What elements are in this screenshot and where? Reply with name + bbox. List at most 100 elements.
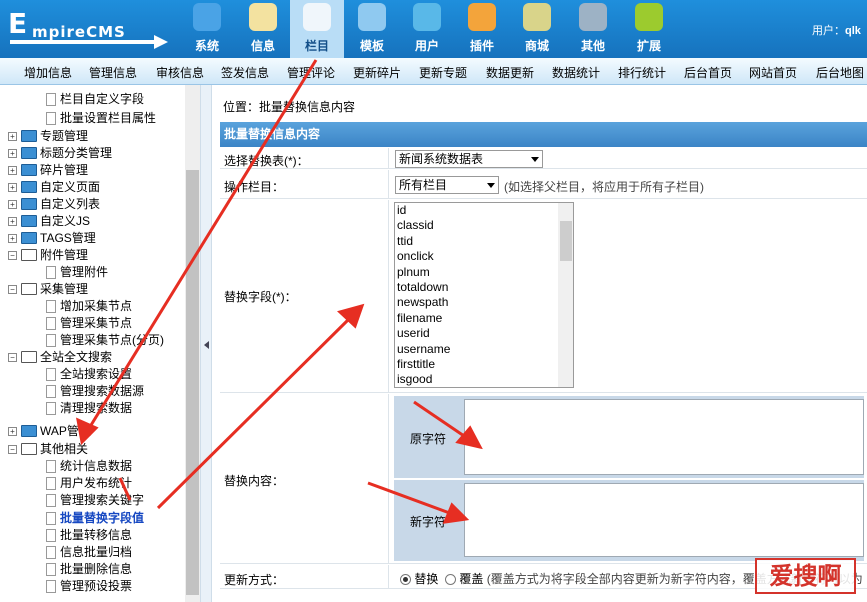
tree-item[interactable]: − 全站全文搜索 — [0, 349, 185, 366]
collapse-icon[interactable]: − — [8, 251, 17, 260]
expand-icon[interactable]: + — [8, 217, 17, 226]
quick-menu-bar: 增加信息 管理信息 审核信息 签发信息 管理评论 更新碎片 更新专题 数据更新 数据统计 排行统计… — [0, 58, 867, 85]
nav-gear[interactable]: 其他 — [566, 0, 620, 58]
mode-label: 更新方式： — [224, 573, 285, 587]
menu-item[interactable]: 更新专题 — [419, 64, 467, 81]
nav-plus[interactable]: 扩展 — [622, 0, 676, 58]
menu-item[interactable]: 管理信息 — [89, 64, 137, 81]
user-name[interactable]: qlk — [845, 25, 861, 37]
nav-card[interactable]: 商城 — [510, 0, 564, 58]
tree-item[interactable]: 信息批量归档 — [0, 544, 185, 561]
tree-item[interactable]: 清理搜索数据 — [0, 400, 185, 417]
tree-item[interactable]: 管理附件 — [0, 264, 185, 281]
nav-globe[interactable]: 系统 — [180, 0, 234, 58]
logo[interactable]: E mpireCMS — [4, 5, 172, 49]
folder-icon — [303, 3, 331, 31]
collapse-icon[interactable]: − — [8, 353, 17, 362]
tree-item[interactable]: 管理采集节点 — [0, 315, 185, 332]
listbox-scrollbar[interactable] — [558, 203, 573, 387]
mode-replace-label[interactable]: 替换 — [414, 572, 438, 586]
tree-item[interactable]: + 标题分类管理 — [0, 145, 185, 162]
main-content: 位置：批量替换信息内容 批量替换信息内容 选择替换表(*)： 新闻系统数据表 操… — [213, 85, 867, 602]
field-option[interactable]: ttid — [395, 234, 573, 249]
mode-replace-radio[interactable] — [400, 574, 411, 585]
mode-cover-label[interactable]: 覆盖 — [459, 572, 483, 586]
mode-cover-radio[interactable] — [445, 574, 457, 585]
expand-icon[interactable]: + — [8, 183, 17, 192]
nav-notepad[interactable]: 信息 — [236, 0, 290, 58]
tree-item[interactable]: + 自定义JS — [0, 213, 185, 230]
tree-item[interactable]: 用户发布统计 — [0, 475, 185, 492]
nav-label: 栏目 — [304, 39, 329, 53]
tree-item[interactable]: 批量转移信息 — [0, 527, 185, 544]
tree-item[interactable]: + WAP管理 — [0, 423, 185, 440]
table-select[interactable]: 新闻系统数据表 — [395, 150, 543, 168]
tree-item[interactable]: − 附件管理 — [0, 247, 185, 264]
field-option[interactable]: plnum — [395, 265, 573, 280]
logo-underline — [10, 40, 160, 44]
tree-item[interactable]: + TAGS管理 — [0, 230, 185, 247]
tree-item[interactable]: 批量替换字段值 — [0, 510, 185, 527]
tree-item[interactable]: 批量设置栏目属性 — [0, 110, 185, 127]
sidebar-scroll-thumb[interactable] — [186, 170, 199, 595]
nav-user[interactable]: 用户 — [400, 0, 454, 58]
tree-item[interactable]: 管理采集节点(分页) — [0, 332, 185, 349]
menu-item[interactable]: 审核信息 — [156, 64, 204, 81]
field-option[interactable]: userid — [395, 326, 573, 341]
listbox-scroll-thumb[interactable] — [560, 221, 572, 261]
tree-item[interactable]: 全站搜索设置 — [0, 366, 185, 383]
nav-window[interactable]: 模板 — [345, 0, 399, 58]
column-select[interactable]: 所有栏目 — [395, 176, 499, 194]
collapse-icon[interactable]: − — [8, 445, 17, 454]
tree-item[interactable]: + 自定义列表 — [0, 196, 185, 213]
field-option[interactable]: filename — [395, 311, 573, 326]
tree-item[interactable]: + 自定义页面 — [0, 179, 185, 196]
field-option[interactable]: onclick — [395, 249, 573, 264]
field-option[interactable]: firsttitle — [395, 357, 573, 372]
card-icon — [523, 3, 551, 31]
tree-item[interactable]: + 碎片管理 — [0, 162, 185, 179]
sidebar-toggle[interactable] — [200, 85, 212, 602]
tree-item[interactable]: + 专题管理 — [0, 128, 185, 145]
folder-icon — [21, 164, 37, 176]
tree-item[interactable]: − 采集管理 — [0, 281, 185, 298]
expand-icon[interactable]: + — [8, 234, 17, 243]
tree-item[interactable]: − 其他相关 — [0, 441, 185, 458]
tree-item[interactable]: 批量删除信息 — [0, 561, 185, 578]
menu-item[interactable]: 数据统计 — [552, 64, 600, 81]
menu-item[interactable]: 排行统计 — [618, 64, 666, 81]
field-option[interactable]: username — [395, 342, 573, 357]
field-listbox[interactable]: id classid ttid onclick plnum totaldown newspa… — [394, 202, 574, 388]
expand-icon[interactable]: + — [8, 166, 17, 175]
menu-item[interactable]: 管理评论 — [287, 64, 335, 81]
menu-item[interactable]: 增加信息 — [24, 64, 72, 81]
tree-item[interactable]: 增加采集节点 — [0, 298, 185, 315]
field-option[interactable]: isgood — [395, 372, 573, 387]
old-string-input[interactable] — [464, 399, 864, 475]
collapse-icon[interactable]: − — [8, 285, 17, 294]
new-string-input[interactable] — [464, 483, 864, 557]
menu-item[interactable]: 后台地图 — [816, 64, 864, 81]
column-select-value: 所有栏目 — [399, 178, 448, 192]
tree-item[interactable]: 管理搜索关键字 — [0, 492, 185, 509]
menu-item[interactable]: 签发信息 — [221, 64, 269, 81]
nav-tools[interactable]: 插件 — [455, 0, 509, 58]
tree-item[interactable]: 统计信息数据 — [0, 458, 185, 475]
expand-icon[interactable]: + — [8, 149, 17, 158]
menu-item[interactable]: 更新碎片 — [353, 64, 401, 81]
expand-icon[interactable]: + — [8, 427, 17, 436]
field-option[interactable]: newspath — [395, 295, 573, 310]
tree-item[interactable]: 管理搜索数据源 — [0, 383, 185, 400]
expand-icon[interactable]: + — [8, 200, 17, 209]
tree-item-label: 专题管理 — [40, 129, 89, 143]
field-option[interactable]: classid — [395, 218, 573, 233]
tree-item[interactable]: 栏目自定义字段 — [0, 91, 185, 108]
menu-item[interactable]: 后台首页 — [684, 64, 732, 81]
menu-item[interactable]: 数据更新 — [486, 64, 534, 81]
field-option[interactable]: id — [395, 203, 573, 218]
menu-item[interactable]: 网站首页 — [749, 64, 797, 81]
nav-folder[interactable]: 栏目 — [290, 0, 344, 58]
field-option[interactable]: totaldown — [395, 280, 573, 295]
expand-icon[interactable]: + — [8, 132, 17, 141]
tree-item[interactable]: 管理预设投票 — [0, 578, 185, 595]
